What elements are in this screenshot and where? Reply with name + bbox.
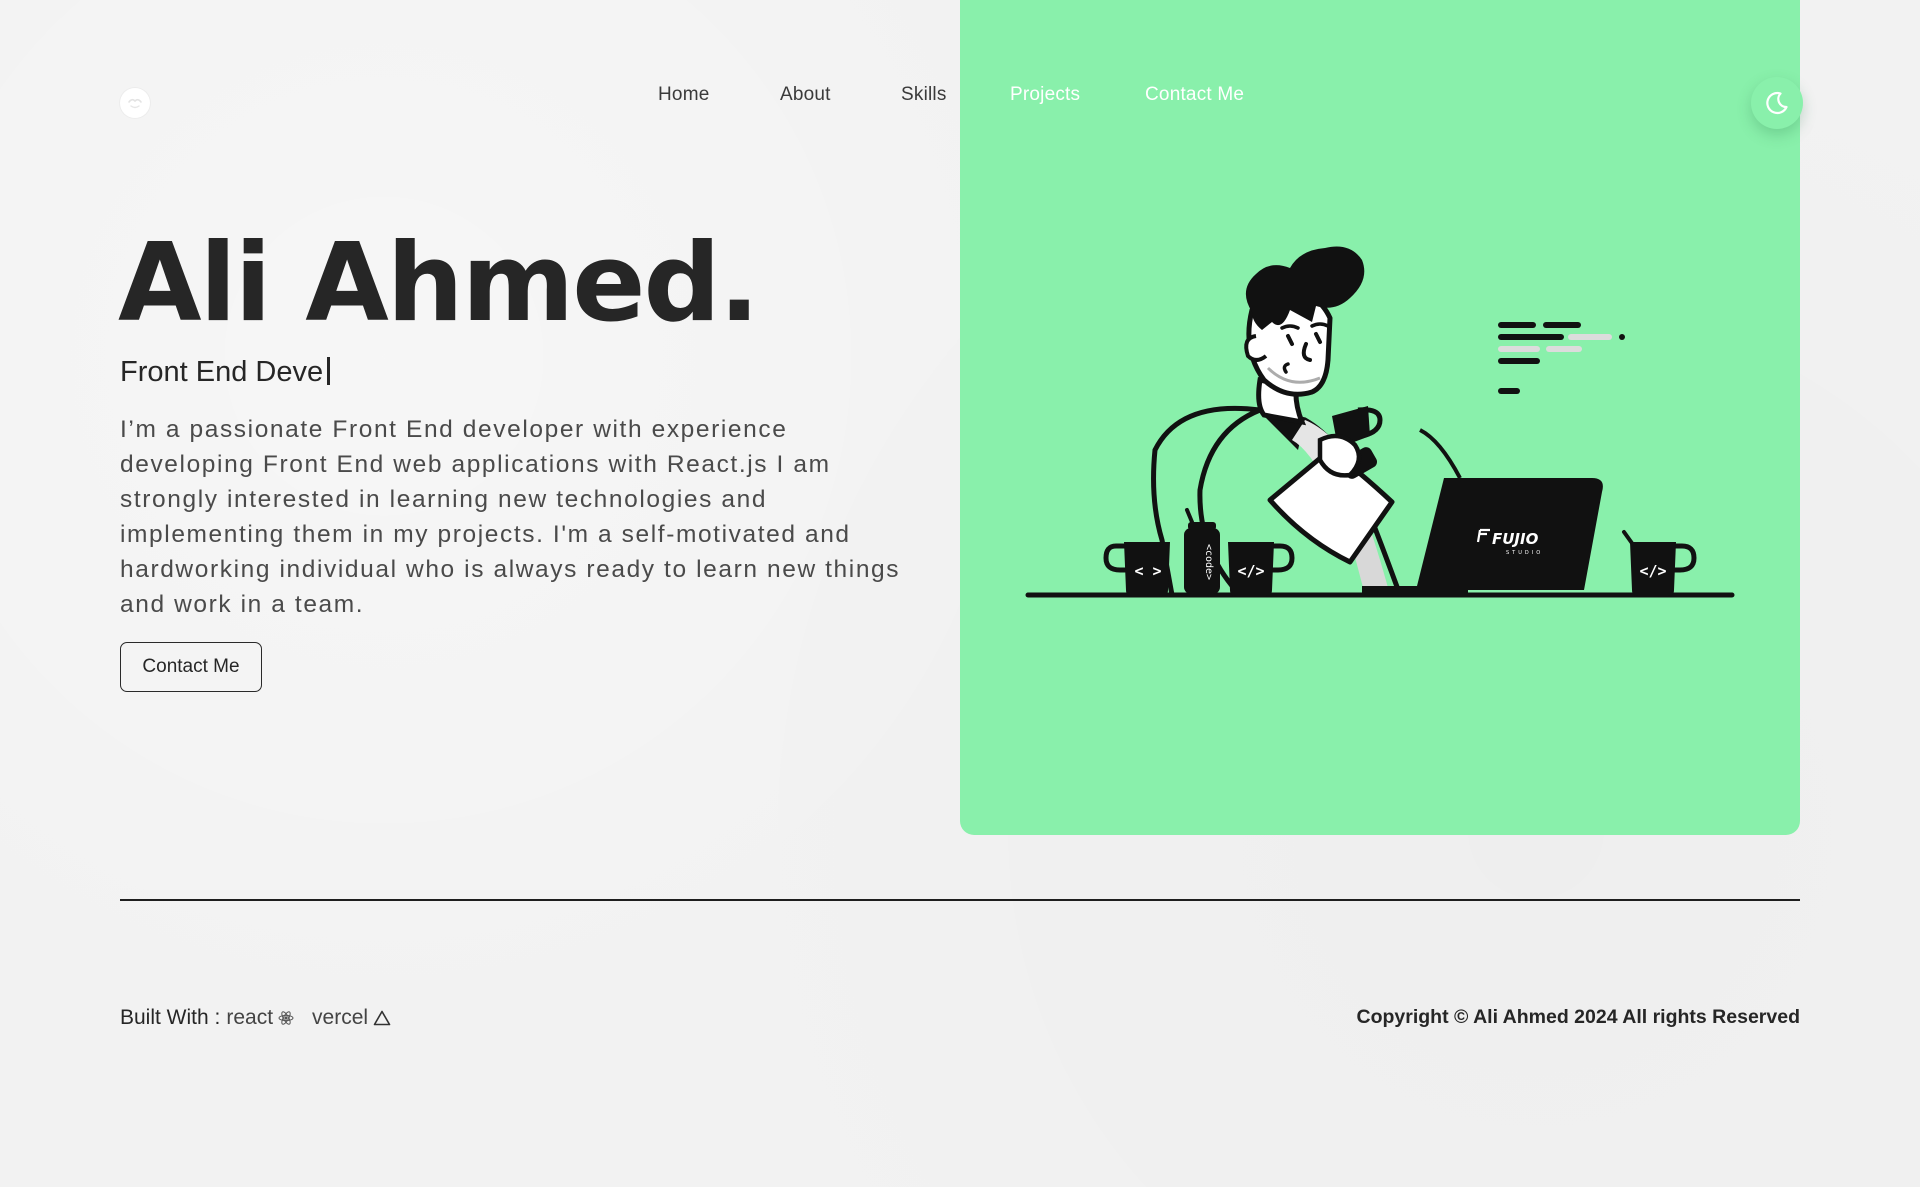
can-label: <code> [1203,544,1214,580]
laptop-sub-text: STUDIO [1506,550,1543,556]
main-nav: Home About Skills Projects Contact Me [0,84,1920,108]
built-with: Built With : react vercel [120,1006,391,1030]
mug-label-1: < > [1134,562,1161,580]
tech-vercel-label: vercel [312,1006,369,1029]
soda-can-icon: <code> [1184,508,1220,594]
hero-role-typewriter: Front End Deve [120,356,331,389]
nav-item-skills[interactable]: Skills [901,84,947,106]
mug-label-3: </> [1639,562,1666,580]
code-lines-icon [1498,322,1625,394]
built-with-label: Built With : [120,1006,221,1029]
developer-illustration: FUJIO STUDIO < > <code> </> </> [1025,246,1735,598]
laptop-brand-text: FUJIO [1492,530,1539,548]
nav-item-about[interactable]: About [780,84,831,106]
mug-icon: </> [1622,530,1697,596]
nav-item-contact[interactable]: Contact Me [1145,84,1244,106]
contact-me-button[interactable]: Contact Me [120,642,262,692]
mug-label-2: </> [1237,562,1264,580]
hero-name: Ali Ahmed. [118,221,760,346]
nav-item-projects[interactable]: Projects [1010,84,1080,106]
copyright-text: Copyright © Ali Ahmed 2024 All rights Re… [1356,1006,1800,1028]
hero-role-text: Front End Deve [120,356,324,388]
mug-icon: < > [1103,542,1170,596]
vercel-icon [373,1010,391,1026]
theme-toggle-button[interactable] [1751,77,1803,129]
tech-react-label: react [226,1006,274,1029]
tech-react: react [226,1006,294,1030]
moon-icon [1766,91,1788,115]
footer-divider [120,899,1800,901]
tech-vercel: vercel [312,1006,391,1030]
typing-caret [327,357,331,385]
react-icon [278,1011,294,1025]
hero-bio: I’m a passionate Front End developer wit… [120,416,901,618]
nav-item-home[interactable]: Home [658,84,709,106]
portfolio-page: Home About Skills Projects Contact Me Al… [0,0,1920,1187]
